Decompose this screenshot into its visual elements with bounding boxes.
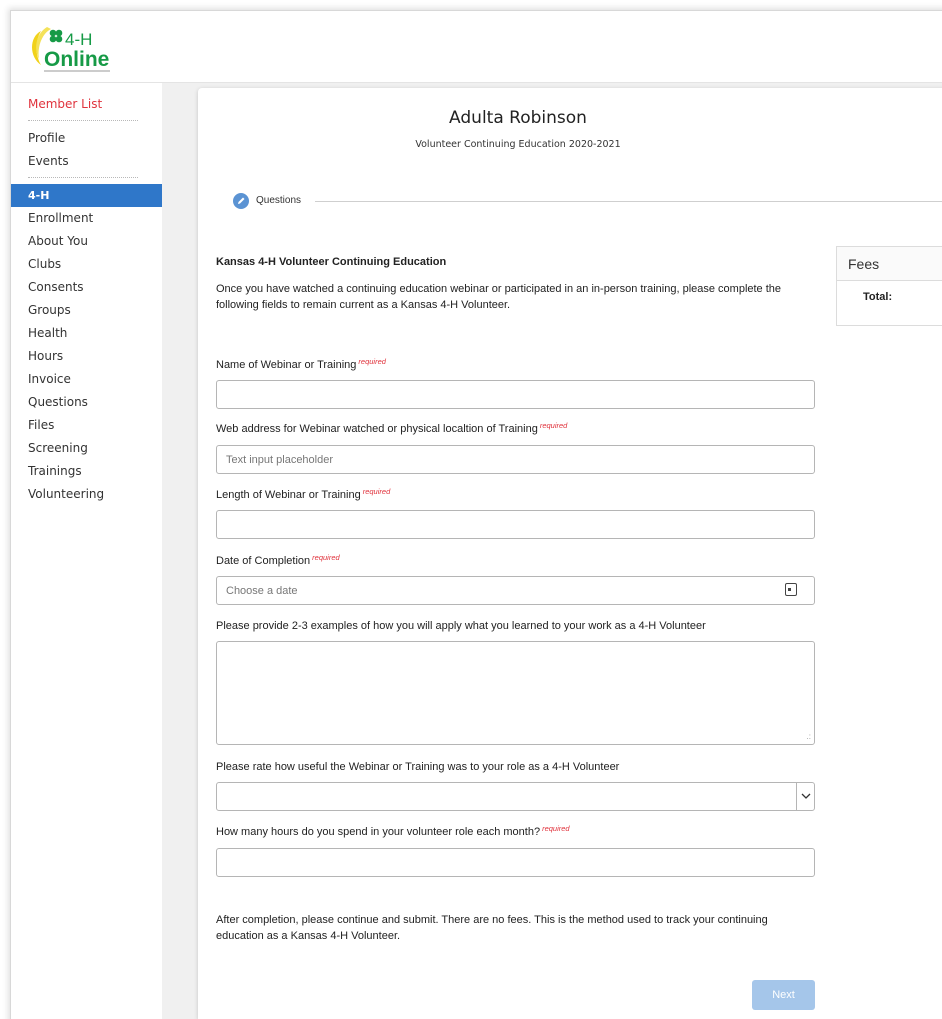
required-tag: required <box>312 553 340 562</box>
required-tag: required <box>542 824 570 833</box>
web-address-input[interactable] <box>216 445 815 474</box>
required-tag: required <box>362 487 391 496</box>
hours-input[interactable] <box>216 848 815 877</box>
sidebar-item-enrollment[interactable]: Enrollment <box>11 207 162 230</box>
sidebar-item-member-list[interactable]: Member List <box>11 93 162 116</box>
length-input[interactable] <box>216 510 815 539</box>
form-heading: Kansas 4-H Volunteer Continuing Educatio… <box>216 256 447 268</box>
sidebar-item-invoice[interactable]: Invoice <box>11 368 162 391</box>
pencil-icon <box>238 197 245 204</box>
sidebar-item-health[interactable]: Health <box>11 322 162 345</box>
step-indicator[interactable] <box>233 193 249 209</box>
resize-grip-icon[interactable]: .: <box>807 733 811 741</box>
logo-4h-text: 4-H <box>65 30 92 49</box>
required-tag: required <box>358 357 386 366</box>
sidebar-divider <box>28 177 138 178</box>
field-label-hours: How many hours do you spend in your volu… <box>216 824 570 838</box>
sidebar-item-4h[interactable]: 4-H <box>11 184 162 207</box>
field-label-date: Date of Completion required <box>216 553 340 567</box>
top-bar: 4-H Online <box>11 11 942 83</box>
sidebar-divider <box>28 120 138 121</box>
date-input[interactable] <box>216 576 815 605</box>
sidebar-item-clubs[interactable]: Clubs <box>11 253 162 276</box>
sidebar-item-volunteering[interactable]: Volunteering <box>11 483 162 506</box>
stepper-line <box>315 201 942 202</box>
examples-textarea[interactable]: .: <box>216 641 815 745</box>
step-label-questions[interactable]: Questions <box>256 195 301 206</box>
sidebar-item-screening[interactable]: Screening <box>11 437 162 460</box>
select-arrow[interactable] <box>796 783 814 810</box>
field-label-length: Length of Webinar or Training required <box>216 487 391 501</box>
fees-panel: Fees Total: <box>836 246 942 326</box>
logo-online-text: Online <box>44 48 109 71</box>
main-card: Adulta Robinson Volunteer Continuing Edu… <box>198 88 942 1019</box>
rating-select[interactable] <box>216 782 815 811</box>
sidebar-item-about-you[interactable]: About You <box>11 230 162 253</box>
required-tag: required <box>539 421 568 430</box>
4h-online-logo[interactable]: 4-H Online <box>27 23 127 77</box>
sidebar-item-consents[interactable]: Consents <box>11 276 162 299</box>
sidebar-item-groups[interactable]: Groups <box>11 299 162 322</box>
sidebar-item-hours[interactable]: Hours <box>11 345 162 368</box>
fees-title: Fees <box>837 247 942 281</box>
sidebar-item-profile[interactable]: Profile <box>11 127 162 150</box>
stepper: Questions <box>233 193 942 209</box>
calendar-icon[interactable] <box>785 583 797 596</box>
field-label-webinar-name: Name of Webinar or Training required <box>216 357 386 371</box>
sidebar-item-trainings[interactable]: Trainings <box>11 460 162 483</box>
sidebar-item-files[interactable]: Files <box>11 414 162 437</box>
fees-total-label: Total: <box>863 291 893 303</box>
next-button[interactable]: Next <box>752 980 815 1010</box>
field-label-rating: Please rate how useful the Webinar or Tr… <box>216 761 620 773</box>
webinar-name-input[interactable] <box>216 380 815 409</box>
sidebar-item-questions[interactable]: Questions <box>11 391 162 414</box>
form-intro: Once you have watched a continuing educa… <box>216 283 782 311</box>
form-outro: After completion, please continue and su… <box>216 914 768 942</box>
sidebar: Member List Profile Events 4-H Enrollmen… <box>11 83 163 1019</box>
field-label-examples: Please provide 2-3 examples of how you w… <box>216 620 706 632</box>
sidebar-item-events[interactable]: Events <box>11 150 162 173</box>
page-title: Adulta Robinson <box>449 108 587 128</box>
field-label-web-address: Web address for Webinar watched or physi… <box>216 421 568 435</box>
date-field <box>216 576 815 605</box>
page-subtitle: Volunteer Continuing Education 2020-2021 <box>415 139 621 150</box>
chevron-down-icon <box>801 793 811 799</box>
